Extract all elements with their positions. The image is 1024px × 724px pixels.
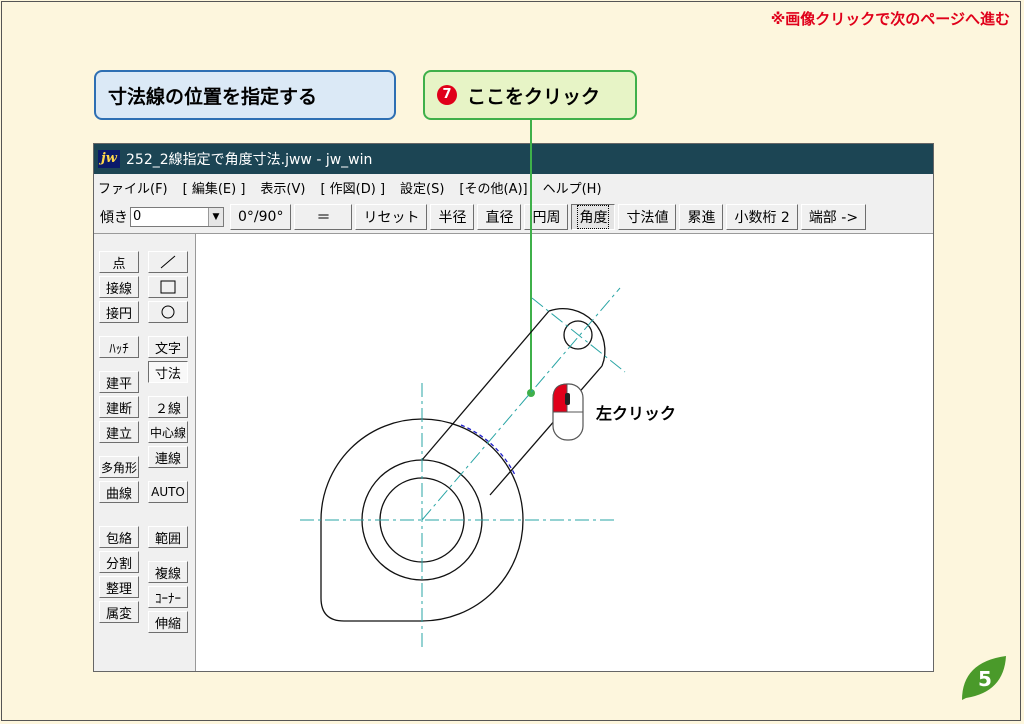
tool-arrange[interactable]: 整理 (99, 576, 139, 598)
tool-hatch[interactable]: ﾊｯﾁ (99, 336, 139, 358)
end-type-button[interactable]: 端部 -> (800, 203, 867, 230)
progressive-button[interactable]: 累進 (679, 203, 724, 230)
tool-curve[interactable]: 曲線 (99, 481, 139, 503)
reset-button[interactable]: リセット (355, 203, 428, 230)
left-click-label: 左クリック (596, 404, 677, 423)
angle-button[interactable]: 角度 (571, 203, 616, 230)
dimension-toolbar: 傾き 0 ▼ 0°/90° ＝ リセット 半径 直径 円周 角度 寸法値 累進 … (94, 200, 933, 234)
tool-line[interactable] (148, 251, 188, 273)
click-here-text: ここをクリック (467, 85, 601, 108)
tool-attribute-change[interactable]: 属変 (99, 601, 139, 623)
page-number: 5 (978, 667, 992, 691)
click-here-callout: 7 ここをクリック (423, 70, 637, 120)
tool-circle[interactable] (148, 301, 188, 323)
tool-tangent-circle[interactable]: 接円 (99, 301, 139, 323)
tool-center-line[interactable]: 中心線 (148, 421, 188, 443)
jw-logo-icon: jw (98, 150, 120, 168)
tool-stretch[interactable]: 伸縮 (148, 611, 188, 633)
tool-rectangle[interactable] (148, 276, 188, 298)
rectangle-icon (160, 280, 176, 294)
tool-divide[interactable]: 分割 (99, 551, 139, 573)
decimal-places-button[interactable]: 小数桁 2 (726, 203, 798, 230)
tool-auto[interactable]: AUTO (148, 481, 188, 503)
dimension-value-button[interactable]: 寸法値 (618, 203, 677, 230)
menu-draw[interactable]: [ 作図(D) ] (320, 178, 385, 197)
tool-envelope[interactable]: 包絡 (99, 526, 139, 548)
tool-section[interactable]: 建断 (99, 396, 139, 418)
tool-offset[interactable]: 複線 (148, 561, 188, 583)
tool-plan[interactable]: 建平 (99, 371, 139, 393)
page-number-leaf-icon: 5 (962, 656, 1006, 700)
tool-corner[interactable]: ｺｰﾅｰ (148, 586, 188, 608)
menu-other[interactable]: [その他(A)] (459, 178, 527, 197)
orth-toggle-button[interactable]: 0°/90° (230, 203, 292, 230)
step-title-callout: 寸法線の位置を指定する (94, 70, 396, 120)
dropdown-arrow-icon[interactable]: ▼ (208, 207, 223, 226)
tool-connect-line[interactable]: 連線 (148, 446, 188, 468)
equal-button[interactable]: ＝ (294, 203, 353, 230)
step-number-badge: 7 (437, 85, 457, 105)
menu-bar: ファイル(F) [ 編集(E) ] 表示(V) [ 作図(D) ] 設定(S) … (94, 174, 933, 200)
circumference-button[interactable]: 円周 (524, 203, 569, 230)
menu-edit[interactable]: [ 編集(E) ] (183, 178, 246, 197)
angle-select[interactable]: 0 ▼ (130, 206, 224, 227)
angle-label: 傾き (100, 209, 128, 226)
tool-point[interactable]: 点 (99, 251, 139, 273)
tool-dimension[interactable]: 寸法 (148, 361, 188, 383)
menu-view[interactable]: 表示(V) (260, 178, 305, 197)
next-page-note: ※画像クリックで次のページへ進む (770, 10, 1010, 28)
step-title-text: 寸法線の位置を指定する (108, 85, 318, 108)
tool-polygon[interactable]: 多角形 (99, 456, 139, 478)
window-title: 252_2線指定で角度寸法.jww - jw_win (126, 152, 373, 168)
tool-double-line[interactable]: ２線 (148, 396, 188, 418)
radius-button[interactable]: 半径 (430, 203, 475, 230)
menu-file[interactable]: ファイル(F) (98, 178, 168, 197)
menu-help[interactable]: ヘルプ(H) (543, 178, 602, 197)
circle-icon (161, 305, 175, 319)
line-icon (160, 255, 176, 269)
diameter-button[interactable]: 直径 (477, 203, 522, 230)
jw-win-window: jw 252_2線指定で角度寸法.jww - jw_win ファイル(F) [ … (93, 143, 934, 672)
tool-elevation[interactable]: 建立 (99, 421, 139, 443)
window-titlebar: jw 252_2線指定で角度寸法.jww - jw_win (94, 144, 933, 174)
tool-range[interactable]: 範囲 (148, 526, 188, 548)
tool-palette: 点 接線 接円 ﾊｯﾁ 建平 建断 建立 多角形 曲線 包絡 分割 整理 属変 … (94, 234, 195, 671)
angle-value: 0 (133, 209, 142, 224)
menu-settings[interactable]: 設定(S) (400, 178, 444, 197)
tool-text[interactable]: 文字 (148, 336, 188, 358)
drawing-canvas[interactable] (195, 234, 933, 671)
tool-tangent-line[interactable]: 接線 (99, 276, 139, 298)
